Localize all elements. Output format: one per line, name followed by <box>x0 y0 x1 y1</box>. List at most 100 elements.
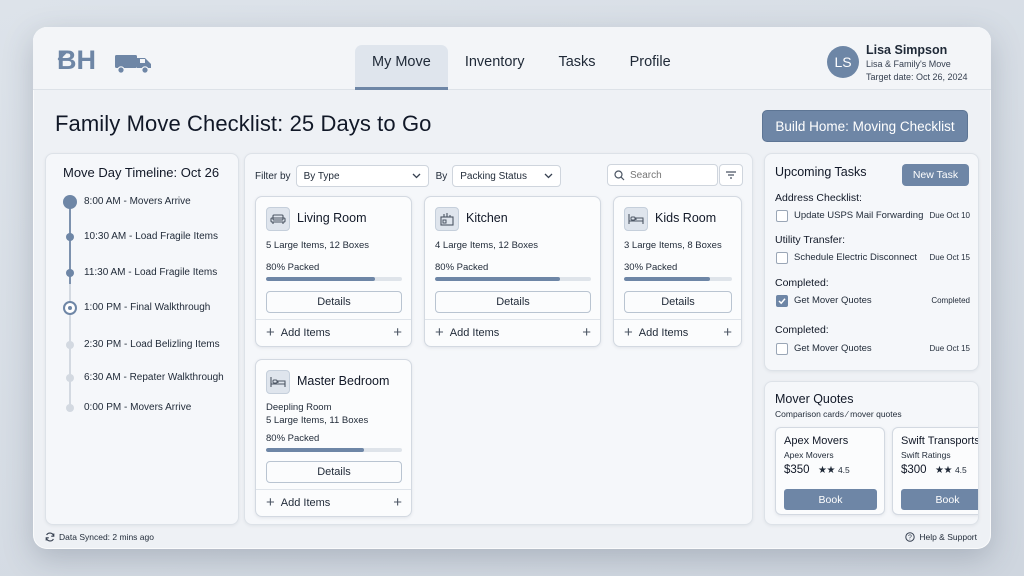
star-icon: ★★ <box>935 465 952 476</box>
task-row[interactable]: Get Mover Quotes Due Oct 15 <box>775 343 970 357</box>
mover-name: Apex Movers <box>784 435 849 447</box>
add-items-button[interactable]: + Add Items <box>266 495 330 510</box>
task-checkbox-checked[interactable] <box>776 295 788 307</box>
mover-subtitle: Apex Movers <box>784 450 834 460</box>
timeline-dot-done-icon <box>63 195 77 209</box>
packing-status-select[interactable]: Packing Status <box>452 165 562 187</box>
task-row[interactable]: Get Mover Quotes Completed <box>775 295 970 309</box>
tasks-title: Upcoming Tasks <box>775 165 867 179</box>
book-button[interactable]: Book <box>784 489 877 510</box>
details-button[interactable]: Details <box>266 461 402 483</box>
room-items: 4 Large Items, 12 Boxes <box>435 240 538 251</box>
user-menu[interactable]: LS Lisa Simpson Lisa & Family's Move Tar… <box>827 43 968 83</box>
details-button[interactable]: Details <box>624 291 732 313</box>
task-checkbox[interactable] <box>776 252 788 264</box>
task-group-title: Completed: <box>775 324 829 336</box>
timeline-item[interactable]: 11:30 AM - Load Fragile Items <box>46 265 240 283</box>
filter-options-button[interactable] <box>719 164 743 186</box>
avatar[interactable]: LS <box>827 46 859 78</box>
bed-icon <box>266 370 290 394</box>
help-icon: ? <box>905 532 916 542</box>
book-button[interactable]: Book <box>901 489 978 510</box>
timeline-dot-done-icon <box>66 269 74 277</box>
timeline-item[interactable]: 8:00 AM - Movers Arrive <box>46 192 240 210</box>
plus-icon[interactable]: + <box>723 325 732 340</box>
brand-logo[interactable]: BH <box>55 43 155 77</box>
timeline-dot-done-icon <box>66 233 74 241</box>
rating-value: 4.5 <box>837 465 850 475</box>
add-items-button[interactable]: + Add Items <box>266 325 330 340</box>
room-packed-label: 80% Packed <box>435 262 489 273</box>
chevron-down-icon <box>412 173 421 179</box>
upcoming-tasks-panel: Upcoming Tasks New Task Address Checklis… <box>764 153 979 371</box>
tab-tasks[interactable]: Tasks <box>541 45 612 90</box>
details-button[interactable]: Details <box>266 291 402 313</box>
task-row[interactable]: Update USPS Mail Forwarding Due Oct 10 <box>775 210 970 224</box>
room-card-living-room[interactable]: Living Room 5 Large Items, 12 Boxes 80% … <box>255 196 412 347</box>
star-rating: ★★ 4.5 <box>935 465 967 476</box>
room-name: Living Room <box>297 211 367 225</box>
room-name: Kids Room <box>655 211 717 225</box>
timeline-label: 0:00 PM - Movers Arrive <box>84 402 192 413</box>
quotes-title: Mover Quotes <box>775 392 854 406</box>
sync-text: Data Synced: 2 mins ago <box>59 532 154 542</box>
sync-icon <box>45 532 55 542</box>
new-task-button[interactable]: New Task <box>902 164 969 186</box>
chevron-down-icon <box>544 173 553 179</box>
packing-progress-bar <box>266 277 402 281</box>
search-input[interactable] <box>630 169 710 181</box>
plus-icon[interactable]: + <box>582 325 591 340</box>
filter-icon <box>726 171 736 179</box>
room-card-master-bedroom[interactable]: Master Bedroom Deepling Room 5 Large Ite… <box>255 359 412 517</box>
room-subtitle: Deepling Room <box>266 402 332 413</box>
room-footer: + Add Items + <box>425 319 600 346</box>
task-checkbox[interactable] <box>776 210 788 222</box>
help-support-link[interactable]: ? Help & Support <box>905 532 977 542</box>
quote-card-apex[interactable]: Apex Movers Apex Movers $350 ★★ 4.5 Book <box>775 427 885 515</box>
sofa-icon <box>266 207 290 231</box>
tab-profile[interactable]: Profile <box>613 45 688 90</box>
task-checkbox[interactable] <box>776 343 788 355</box>
timeline-dot-upcoming-icon <box>66 374 74 382</box>
timeline-item[interactable]: 0:00 PM - Movers Arrive <box>46 400 240 418</box>
filter-type-value: By Type <box>303 170 340 182</box>
mover-quotes-panel: Mover Quotes Comparison cards ⁄ mover qu… <box>764 381 979 525</box>
details-button[interactable]: Details <box>435 291 591 313</box>
search-box[interactable] <box>607 164 718 186</box>
user-name: Lisa Simpson <box>866 43 948 57</box>
add-items-button[interactable]: + Add Items <box>435 325 499 340</box>
timeline-item[interactable]: 1:00 PM - Final Walkthrough <box>46 300 240 318</box>
room-card-kitchen[interactable]: Kitchen 4 Large Items, 12 Boxes 80% Pack… <box>424 196 601 347</box>
add-items-label: Add Items <box>638 326 689 339</box>
room-packed-label: 30% Packed <box>624 262 678 273</box>
star-icon: ★★ <box>818 465 835 476</box>
plus-icon[interactable]: + <box>393 325 402 340</box>
timeline-dot-upcoming-icon <box>66 404 74 412</box>
build-checklist-button[interactable]: Build Home: Moving Checklist <box>762 110 968 142</box>
tab-inventory[interactable]: Inventory <box>448 45 542 90</box>
plus-icon[interactable]: + <box>393 495 402 510</box>
timeline-item[interactable]: 2:30 PM - Load Belizling Items <box>46 337 240 355</box>
target-date: Target date: Oct 26, 2024 <box>866 72 968 82</box>
filter-type-select[interactable]: By Type <box>295 165 429 187</box>
filter-by-label: Filter by <box>255 170 291 182</box>
timeline-label: 8:00 AM - Movers Arrive <box>84 196 191 207</box>
search-icon <box>614 169 625 180</box>
timeline-item[interactable]: 6:30 AM - Repater Walkthrough <box>46 370 240 388</box>
mover-name: Swift Transports <box>901 435 979 447</box>
task-label: Schedule Electric Disconnect <box>794 252 918 263</box>
task-row[interactable]: Schedule Electric Disconnect Due Oct 15 <box>775 252 970 266</box>
tab-my-move[interactable]: My Move <box>355 45 448 90</box>
packing-progress-fill <box>266 277 375 281</box>
star-rating: ★★ 4.5 <box>818 465 850 476</box>
rating-value: 4.5 <box>954 465 967 475</box>
quote-card-swift[interactable]: Swift Transports Swift Ratings $300 ★★ 4.… <box>892 427 979 515</box>
main-nav: My Move Inventory Tasks Profile <box>355 45 688 90</box>
packing-status-value: Packing Status <box>460 170 527 182</box>
timeline-item[interactable]: 10:30 AM - Load Fragile Items <box>46 229 240 247</box>
room-card-kids-room[interactable]: Kids Room 3 Large Items, 8 Boxes 30% Pac… <box>613 196 742 347</box>
add-items-button[interactable]: + Add Items <box>624 325 689 340</box>
page-title: Family Move Checklist: 25 Days to Go <box>55 111 432 136</box>
timeline-label: 10:30 AM - Load Fragile Items <box>84 231 218 242</box>
bed-icon <box>624 207 648 231</box>
